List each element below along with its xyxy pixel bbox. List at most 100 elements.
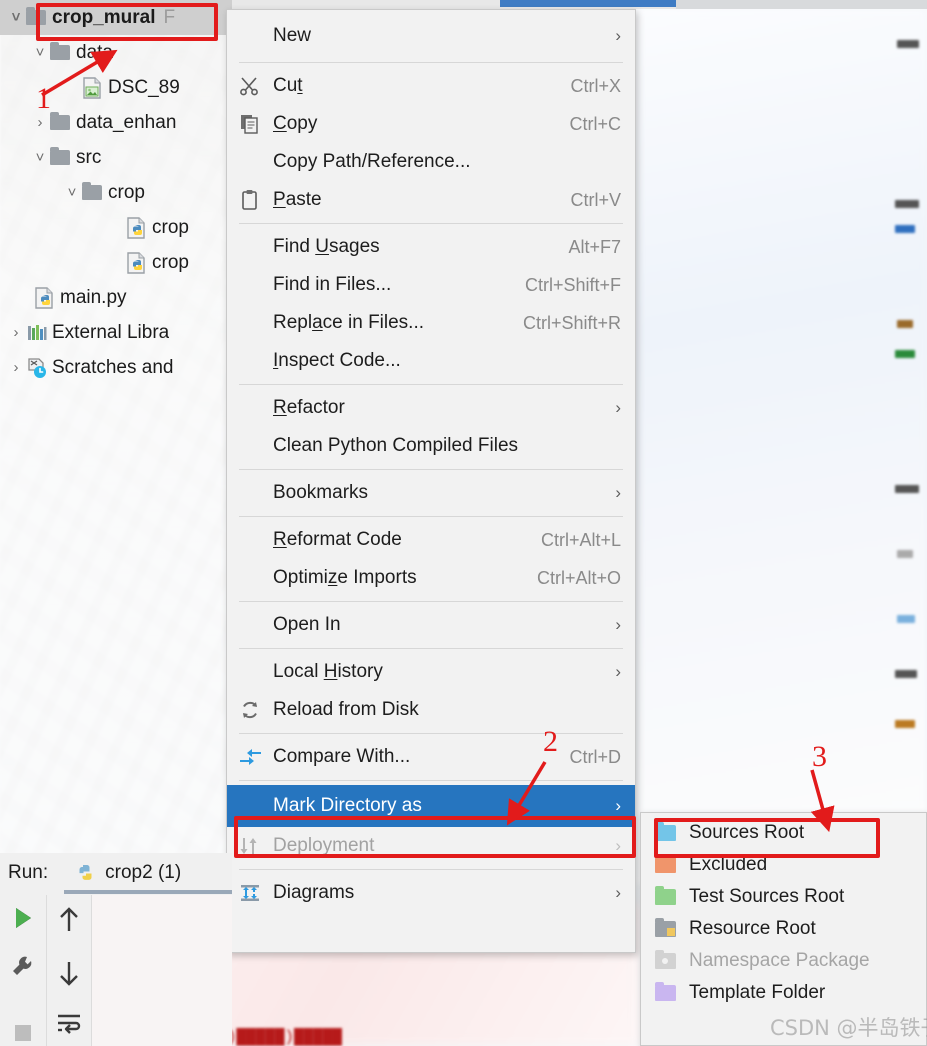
menu-item-refactor[interactable]: Refactor › (227, 389, 635, 427)
menu-item-find-usages[interactable]: Find Usages Alt+F7 (227, 228, 635, 266)
menu-item-copy[interactable]: Copy Ctrl+C (227, 105, 635, 143)
chevron-right-icon: › (615, 662, 621, 681)
chevron-right-icon: › (615, 483, 621, 502)
project-tree[interactable]: ˅ crop_mural F ˅ data ˅ DSC_89 (0, 0, 232, 385)
menu-item-copy-path-reference[interactable]: Copy Path/Reference... (227, 143, 635, 181)
menu-item-label: Local History (273, 661, 383, 682)
tree-item-label: main.py (60, 286, 127, 308)
scissors-icon (239, 75, 273, 97)
chevron-right-icon: › (615, 26, 621, 45)
annotation-box-sources-root (654, 818, 880, 858)
menu-item-replace-in-files[interactable]: Replace in Files... Ctrl+Shift+R (227, 304, 635, 342)
menu-item-shortcut: Ctrl+C (569, 113, 621, 134)
menu-item-label: Bookmarks (273, 482, 369, 503)
tree-item-scratches[interactable]: › Scratches and (0, 350, 232, 385)
chevron-down-icon[interactable]: ˅ (62, 185, 82, 200)
folder-icon (50, 147, 76, 165)
arrow-up-icon[interactable] (56, 905, 82, 940)
annotation-number-3: 3 (812, 740, 827, 773)
submenu-item-label: Test Sources Root (689, 886, 845, 907)
tree-item-label: crop (152, 251, 189, 273)
menu-item-label: Diagrams (273, 882, 355, 903)
submenu-item-template-folder[interactable]: Template Folder (641, 977, 926, 1009)
tree-item-crop-py-1[interactable]: crop (0, 210, 232, 245)
run-toolbar-second (46, 895, 92, 1046)
image-file-icon (82, 76, 108, 99)
menu-item-shortcut: Ctrl+Alt+L (540, 529, 621, 550)
tree-item-label: Scratches and (52, 356, 174, 378)
menu-item-local-history[interactable]: Local History › (227, 653, 635, 691)
refresh-icon (239, 699, 273, 721)
submenu-item-namespace-package: Namespace Package (641, 945, 926, 977)
wrench-icon[interactable] (10, 954, 36, 985)
submenu-item-label: Namespace Package (689, 950, 870, 971)
tree-item-dsc-image[interactable]: ˅ DSC_89 (0, 70, 232, 105)
submenu-item-test-sources-root[interactable]: Test Sources Root (641, 881, 926, 913)
annotation-box-mark-directory (234, 816, 636, 858)
menu-item-label: Replace in Files... (273, 312, 425, 333)
menu-separator (239, 733, 623, 734)
menu-separator (239, 62, 623, 63)
menu-item-label: Open In (273, 614, 341, 635)
menu-item-paste[interactable]: Paste Ctrl+V (227, 181, 635, 219)
menu-item-diagrams[interactable]: Diagrams › (227, 874, 635, 912)
chevron-down-icon[interactable]: ˅ (30, 150, 50, 165)
menu-item-reload-from-disk[interactable]: Reload from Disk (227, 691, 635, 729)
annotation-number-2: 2 (543, 725, 558, 758)
tree-item-label: src (76, 146, 102, 168)
menu-separator (239, 516, 623, 517)
tree-item-crop-folder[interactable]: ˅ crop (0, 175, 232, 210)
menu-item-label: Inspect Code... (273, 350, 401, 371)
menu-item-shortcut: Ctrl+Alt+O (536, 567, 621, 588)
editor-blurred-content (636, 9, 927, 884)
soft-wrap-icon[interactable] (55, 1011, 83, 1042)
menu-item-label: Reformat Code (273, 529, 402, 550)
arrow-down-icon[interactable] (56, 958, 82, 993)
menu-item-shortcut: Ctrl+V (570, 189, 621, 210)
python-file-icon (126, 251, 152, 274)
menu-item-label: Reload from Disk (273, 699, 419, 720)
menu-item-compare-with[interactable]: Compare With... Ctrl+D (227, 738, 635, 776)
python-icon (74, 863, 95, 884)
chevron-right-icon[interactable]: › (6, 360, 26, 375)
submenu-item-label: Resource Root (689, 918, 816, 939)
menu-item-reformat-code[interactable]: Reformat Code Ctrl+Alt+L (227, 521, 635, 559)
chevron-right-icon[interactable]: › (6, 325, 26, 340)
menu-item-inspect-code[interactable]: Inspect Code... (227, 342, 635, 380)
submenu-item-resource-root[interactable]: Resource Root (641, 913, 926, 945)
menu-item-clean-python-compiled-files[interactable]: Clean Python Compiled Files (227, 427, 635, 465)
context-menu[interactable]: New › Cut Ctrl+X Copy Ctrl+C Copy Path/R… (226, 9, 636, 953)
chevron-down-icon[interactable]: ˅ (6, 10, 26, 25)
menu-item-label: Clean Python Compiled Files (273, 435, 519, 456)
active-tab-indicator[interactable] (500, 0, 676, 7)
menu-item-label: Find Usages (273, 236, 380, 257)
menu-separator (239, 648, 623, 649)
tree-item-crop-py-2[interactable]: crop (0, 245, 232, 280)
menu-item-bookmarks[interactable]: Bookmarks › (227, 474, 635, 512)
diagrams-icon (239, 883, 273, 903)
stop-icon[interactable] (11, 1021, 35, 1046)
tree-item-label: crop (108, 181, 145, 203)
tree-item-src[interactable]: ˅ src (0, 140, 232, 175)
chevron-right-icon[interactable]: › (30, 115, 50, 130)
tree-item-external-libraries[interactable]: › External Libra (0, 315, 232, 350)
menu-item-cut[interactable]: Cut Ctrl+X (227, 67, 635, 105)
run-tab-underline (64, 890, 232, 894)
folder-icon (655, 854, 689, 873)
menu-item-optimize-imports[interactable]: Optimize Imports Ctrl+Alt+O (227, 559, 635, 597)
run-config-name[interactable]: crop2 (1) (105, 862, 181, 884)
annotation-number-1: 1 (36, 82, 51, 115)
folder-icon (50, 42, 76, 60)
tree-item-data-enhance[interactable]: › data_enhan (0, 105, 232, 140)
menu-item-find-in-files[interactable]: Find in Files... Ctrl+Shift+F (227, 266, 635, 304)
menu-item-shortcut: Ctrl+Shift+F (524, 274, 621, 295)
play-icon[interactable] (10, 905, 36, 936)
editor-tab-strip-right (676, 0, 927, 9)
menu-item-shortcut: Ctrl+Shift+R (522, 312, 621, 333)
tree-item-main-py[interactable]: main.py (0, 280, 232, 315)
chevron-down-icon[interactable]: ˅ (30, 45, 50, 60)
run-console-output (92, 895, 232, 1046)
menu-item-new[interactable]: New › (227, 14, 635, 58)
menu-item-open-in[interactable]: Open In › (227, 606, 635, 644)
menu-separator (239, 869, 623, 870)
